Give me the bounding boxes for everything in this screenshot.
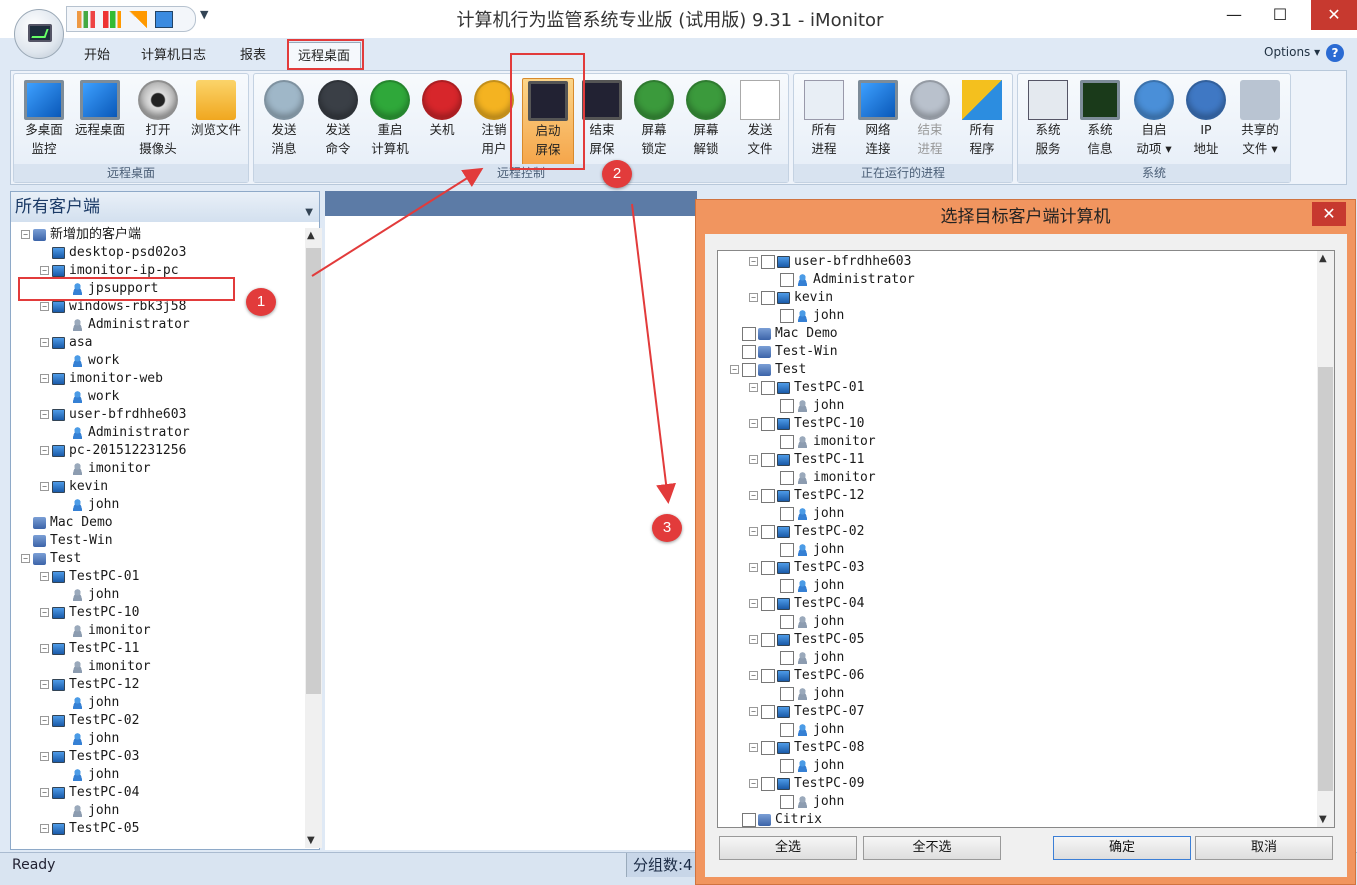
annotation-arrows (311, 167, 676, 504)
callout-badge: 1 (246, 288, 276, 316)
callout-badge: 3 (652, 514, 682, 542)
app-logo-icon[interactable] (14, 9, 64, 59)
callout-badge: 2 (602, 160, 632, 188)
